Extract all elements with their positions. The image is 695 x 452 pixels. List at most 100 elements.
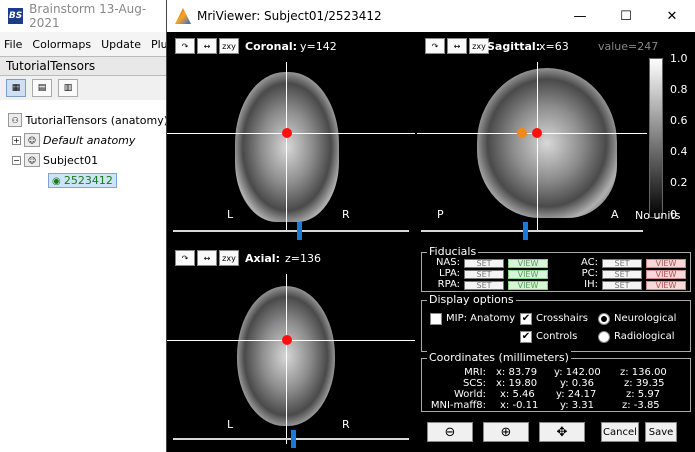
controls-checkbox[interactable]: ✔ [520,331,532,343]
coronal-crosshair-vertical [286,62,287,232]
brainstorm-logo-icon: BS [8,8,24,24]
tree-item-subject01[interactable]: − ☺ Subject01 [0,150,168,170]
sagittal-cursor-marker [532,128,542,138]
set-ac-button[interactable]: SET [602,259,642,268]
functional-condition-view-icon[interactable]: ▥ [58,79,78,97]
radiological-label: Radiological [614,331,675,342]
rotate-icon[interactable]: ↷ [425,38,445,54]
fiducial-ih-label: IH: [584,279,598,290]
minimize-button[interactable]: — [557,0,603,32]
cancel-button[interactable]: Cancel [601,422,639,442]
menu-colormaps[interactable]: Colormaps [32,38,91,51]
sagittal-slider-track[interactable] [421,230,643,232]
tree-root-label: TutorialTensors (anatomy) [25,113,168,127]
coronal-slider-track[interactable] [173,230,409,232]
menu-file[interactable]: File [4,38,22,51]
mip-anatomy-checkbox[interactable] [430,313,442,325]
view-lpa-button[interactable]: VIEW [508,270,548,279]
rotate-icon[interactable]: ↷ [175,250,195,266]
collapse-icon[interactable]: − [12,155,21,165]
crosshairs-checkbox[interactable]: ✔ [520,313,532,325]
menu-update[interactable]: Update [101,38,141,51]
save-button[interactable]: Save [645,422,677,442]
window-controls: — ☐ ✕ [557,0,695,32]
subject-icon: ☺ [24,133,40,147]
pan-icon: ✥ [556,424,568,440]
coronal-right-label: R [342,208,350,221]
set-ih-button[interactable]: SET [602,281,642,290]
coord-x: x: -0.11 [500,400,539,411]
close-button[interactable]: ✕ [649,0,695,32]
brainstorm-window: BS Brainstorm 13-Aug-2021 File Colormaps… [0,0,175,452]
rotate-icon[interactable]: ↷ [175,38,195,54]
set-rpa-button[interactable]: SET [464,281,504,290]
colorbar-tick: 0.6 [670,114,688,127]
brainstorm-menubar: File Colormaps Update Plug [0,32,175,56]
coord-name: SCS: [462,378,486,389]
colorbar-tick: 0.4 [670,145,688,158]
coronal-label: Coronal: [245,40,298,53]
maximize-button[interactable]: ☐ [603,0,649,32]
view-ac-button[interactable]: VIEW [646,259,686,268]
permute-icon[interactable]: zxy [219,250,239,266]
view-rpa-button[interactable]: VIEW [508,281,548,290]
flip-icon[interactable]: ↔ [197,250,217,266]
view-nas-button[interactable]: VIEW [508,259,548,268]
sagittal-slider-thumb[interactable] [523,222,528,240]
axial-coord: z=136 [285,252,321,265]
matlab-icon [175,8,191,24]
coord-y: y: 0.36 [560,378,595,389]
coord-x: x: 83.79 [496,367,538,378]
axial-view[interactable]: ↷ ↔ zxy Axial: z=136 L R [167,244,415,452]
controls-label: Controls [536,331,578,342]
zoom-in-button[interactable]: ⊕ [483,422,529,442]
fiducial-pc-label: PC: [581,268,598,279]
coronal-slider-thumb[interactable] [297,222,302,240]
mri-node[interactable]: ◉ 2523412 [48,172,117,188]
radiological-radio[interactable] [598,331,610,343]
coord-y: y: 24.17 [556,389,597,400]
tree-item-mri[interactable]: ◉ 2523412 [0,170,168,190]
functional-subject-view-icon[interactable]: ▤ [32,79,52,97]
coronal-view[interactable]: ↷ ↔ zxy Coronal: y=142 L R [167,32,415,242]
sagittal-view[interactable]: ↷ ↔ zxy Sagittal: x=63 value=247 P A [417,32,658,242]
view-ih-button[interactable]: VIEW [646,281,686,290]
coord-name: MNI-maff8: [430,400,486,411]
display-options-panel: Display options MIP: Anatomy ✔ Crosshair… [421,293,691,352]
fiducial-ac-label: AC: [580,257,598,268]
colorbar-tick: 0.2 [670,176,688,189]
colorbar [649,58,663,218]
coord-x: x: 5.46 [500,389,535,400]
anatomy-view-icon[interactable]: ▦ [6,79,26,97]
tree-default-anatomy-label: Default anatomy [43,133,136,147]
protocol-name[interactable]: TutorialTensors [0,56,169,76]
permute-icon[interactable]: zxy [219,38,239,54]
flip-icon[interactable]: ↔ [447,38,467,54]
coord-z: z: 39.35 [624,378,665,389]
permute-icon[interactable]: zxy [469,38,489,54]
set-lpa-button[interactable]: SET [464,270,504,279]
view-mode-bar: ▦ ▤ ▥ [0,76,169,100]
axial-slider-thumb[interactable] [291,430,296,448]
set-pc-button[interactable]: SET [602,270,642,279]
neurological-label: Neurological [614,313,677,324]
zoom-out-button[interactable]: ⊖ [427,422,473,442]
coord-z: z: 136.00 [620,367,667,378]
axial-left-label: L [227,418,234,431]
subject-icon: ☺ [24,153,40,167]
expand-icon[interactable]: + [12,135,21,145]
neurological-radio[interactable] [598,313,610,325]
axial-crosshair-vertical [286,274,287,444]
crosshairs-label: Crosshairs [536,313,588,324]
tree-root[interactable]: ⚇ TutorialTensors (anatomy) [0,110,168,130]
display-options-title: Display options [427,293,516,306]
flip-icon[interactable]: ↔ [197,38,217,54]
mri-viewer-titlebar: MriViewer: Subject01/2523412 — ☐ ✕ [167,0,695,32]
view-pc-button[interactable]: VIEW [646,270,686,279]
set-nas-button[interactable]: SET [464,259,504,268]
axial-label: Axial: [245,252,280,265]
sagittal-toolbar: ↷ ↔ zxy [425,38,489,54]
tree-item-default-anatomy[interactable]: + ☺ Default anatomy [0,130,168,150]
pan-button[interactable]: ✥ [539,422,585,442]
fiducial-nas-label: NAS: [435,257,460,268]
